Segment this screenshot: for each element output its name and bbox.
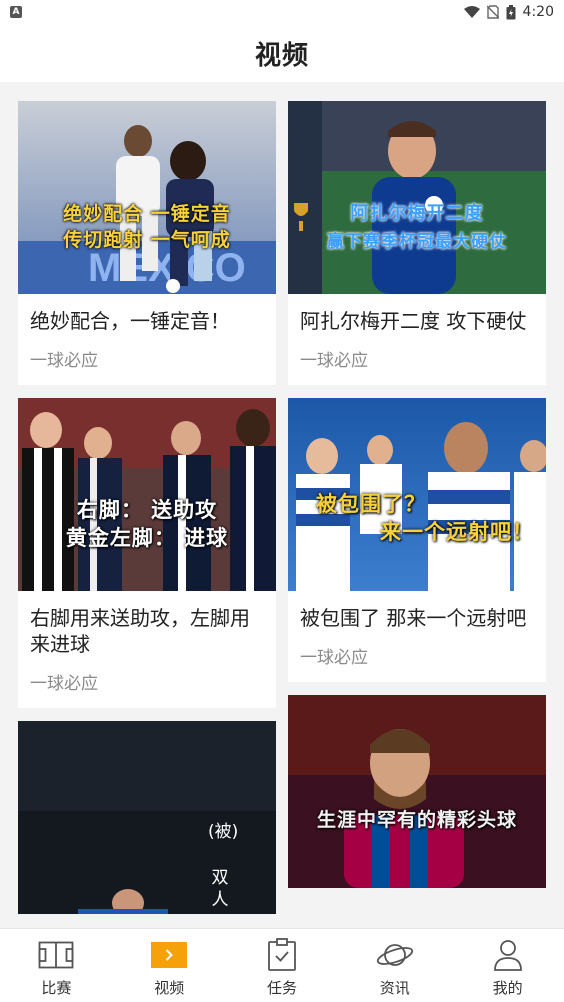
- video-card[interactable]: MEXICO 绝妙配合 一锤定音 传切跑射 一气呵成 绝妙配合，一锤定音！ 一球…: [18, 101, 276, 385]
- no-sim-icon: [486, 5, 499, 19]
- tab-news[interactable]: 资讯: [338, 929, 451, 1002]
- video-card[interactable]: 右脚： 送助攻 黄金左脚： 进球 右脚用来送助攻，左脚用来进球 一球必应: [18, 398, 276, 708]
- thumbnail-caption-line: 黄金左脚： 进球: [65, 526, 229, 550]
- pitch-icon: [38, 941, 74, 969]
- video-title[interactable]: 绝妙配合，一锤定音！: [30, 308, 264, 334]
- video-card[interactable]: (被) 双人: [18, 721, 276, 914]
- video-card[interactable]: 生涯中罕有的精彩头球: [288, 695, 546, 888]
- thumbnail-caption-line: 传切跑射 一气呵成: [63, 229, 231, 251]
- tab-videos[interactable]: 视频: [113, 929, 226, 1002]
- planet-icon: [376, 944, 413, 966]
- tab-matches[interactable]: 比赛: [0, 929, 113, 1002]
- video-source: 一球必应: [300, 351, 368, 371]
- video-source: 一球必应: [30, 351, 98, 371]
- play-icon: [151, 942, 188, 968]
- tab-label: 比赛: [41, 979, 72, 997]
- video-feed[interactable]: MEXICO 绝妙配合 一锤定音 传切跑射 一气呵成 绝妙配合，一锤定音！ 一球…: [0, 82, 564, 928]
- page-header: 视频: [0, 24, 564, 82]
- page-title: 视频: [254, 40, 309, 71]
- feed-column-right: 阿扎尔梅开二度 赢下赛季杯冠最大硬仗 阿扎尔梅开二度 攻下硬仗 一球必应 被包围…: [288, 101, 546, 901]
- tab-label: 视频: [154, 979, 185, 997]
- video-source: 一球必应: [300, 648, 368, 668]
- notification-a-icon: A: [10, 6, 22, 18]
- video-thumbnail[interactable]: 生涯中罕有的精彩头球: [288, 695, 546, 888]
- video-thumbnail[interactable]: MEXICO 绝妙配合 一锤定音 传切跑射 一气呵成: [18, 101, 276, 294]
- tab-label: 我的: [492, 979, 523, 997]
- user-icon: [493, 940, 522, 971]
- video-card[interactable]: 阿扎尔梅开二度 赢下赛季杯冠最大硬仗 阿扎尔梅开二度 攻下硬仗 一球必应: [288, 101, 546, 385]
- status-bar: A 4:20: [0, 0, 564, 24]
- video-thumbnail[interactable]: 阿扎尔梅开二度 赢下赛季杯冠最大硬仗: [288, 101, 546, 294]
- thumbnail-caption-line: 阿扎尔梅开二度: [350, 203, 484, 224]
- thumbnail-caption-line: 来一个远射吧！: [380, 520, 534, 544]
- thumbnail-caption-vertical: 双人: [211, 868, 229, 910]
- video-thumbnail[interactable]: 被包围了？ 来一个远射吧！: [288, 398, 546, 591]
- video-thumbnail[interactable]: (被) 双人: [18, 721, 276, 914]
- thumbnail-caption-line: 生涯中罕有的精彩头球: [316, 809, 517, 831]
- thumbnail-caption-line: 被包围了？: [316, 492, 426, 516]
- video-title[interactable]: 右脚用来送助攻，左脚用来进球: [30, 605, 264, 657]
- tab-label: 资讯: [379, 979, 410, 997]
- clock: 4:20: [522, 4, 554, 20]
- video-thumbnail[interactable]: 右脚： 送助攻 黄金左脚： 进球: [18, 398, 276, 591]
- tab-profile[interactable]: 我的: [451, 929, 564, 1002]
- battery-icon: [506, 4, 516, 19]
- bottom-tab-bar: 比赛 视频 任务 资讯 我的: [0, 928, 564, 1002]
- thumbnail-caption-line: 绝妙配合 一锤定音: [63, 203, 231, 225]
- thumbnail-caption-line: 赢下赛季杯冠最大硬仗: [327, 232, 507, 252]
- feed-column-left: MEXICO 绝妙配合 一锤定音 传切跑射 一气呵成 绝妙配合，一锤定音！ 一球…: [18, 101, 276, 927]
- clipboard-check-icon: [268, 938, 296, 971]
- video-card[interactable]: 被包围了？ 来一个远射吧！ 被包围了 那来一个远射吧 一球必应: [288, 398, 546, 682]
- thumbnail-caption-vertical: (被): [208, 822, 239, 842]
- video-title[interactable]: 阿扎尔梅开二度 攻下硬仗: [300, 308, 534, 334]
- video-title[interactable]: 被包围了 那来一个远射吧: [300, 605, 534, 631]
- video-source: 一球必应: [30, 674, 98, 694]
- tab-label: 任务: [266, 979, 297, 997]
- tab-tasks[interactable]: 任务: [226, 929, 339, 1002]
- wifi-icon: [463, 6, 480, 18]
- thumbnail-caption-line: 右脚： 送助攻: [76, 498, 218, 522]
